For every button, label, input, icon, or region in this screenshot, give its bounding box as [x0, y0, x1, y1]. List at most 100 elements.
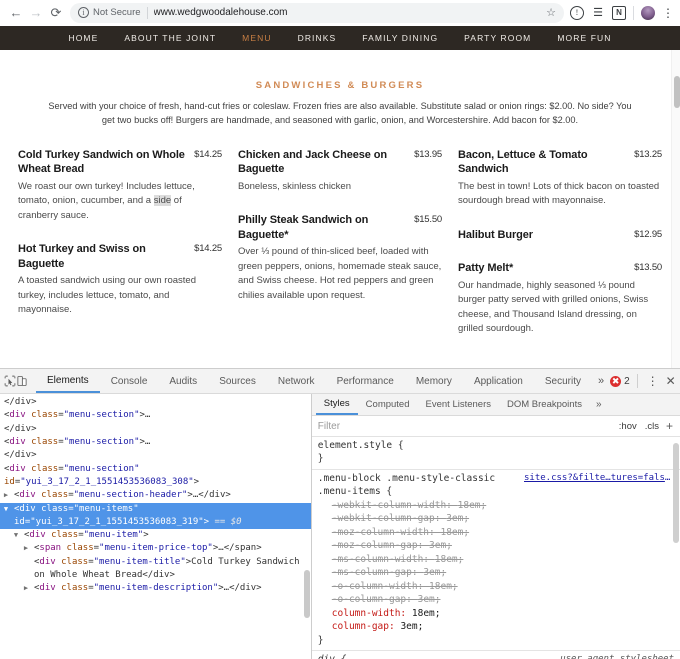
dom-node[interactable]: ▼ <div class="menu-item">: [0, 529, 311, 542]
css-property[interactable]: -webkit-column-gap:: [332, 513, 446, 524]
styles-tab-dom-breakpoints[interactable]: DOM Breakpoints: [499, 394, 590, 415]
css-value[interactable]: 18em;: [412, 608, 441, 619]
avatar[interactable]: [641, 5, 655, 20]
css-property[interactable]: -ms-column-width:: [332, 554, 435, 565]
devtools-tab-sources[interactable]: Sources: [208, 369, 267, 393]
new-style-rule-button[interactable]: +: [663, 419, 676, 433]
css-declaration[interactable]: column-width: 18em;: [318, 607, 674, 620]
css-declaration[interactable]: -o-column-gap: 3em;: [318, 593, 674, 606]
tabs-overflow-icon[interactable]: »: [592, 375, 610, 387]
nav-item-home[interactable]: HOME: [55, 33, 111, 43]
css-declaration[interactable]: -ms-column-width: 18em;: [318, 553, 674, 566]
not-secure-info-icon[interactable]: i: [78, 7, 89, 18]
devtools-tab-application[interactable]: Application: [463, 369, 534, 393]
dom-node[interactable]: </div>: [0, 396, 311, 409]
css-value[interactable]: 3em;: [400, 621, 423, 632]
devtools-tab-console[interactable]: Console: [100, 369, 159, 393]
devtools-tab-elements[interactable]: Elements: [36, 369, 100, 393]
notion-icon[interactable]: N: [612, 5, 626, 20]
css-property[interactable]: column-width:: [332, 608, 412, 619]
device-toolbar-icon[interactable]: [16, 371, 28, 392]
css-property[interactable]: -ms-column-gap:: [332, 567, 424, 578]
css-source-link[interactable]: site.css?&filte…tures=false:15: [524, 472, 674, 485]
css-value[interactable]: 3em;: [423, 567, 446, 578]
forward-arrow-icon[interactable]: →: [26, 3, 46, 23]
disclosure-triangle-icon[interactable]: ▶: [24, 543, 34, 553]
styles-scrollbar[interactable]: [672, 437, 680, 659]
css-rules-area[interactable]: element.style {} .menu-block .menu-style-…: [311, 437, 680, 659]
back-arrow-icon[interactable]: ←: [6, 3, 26, 23]
dom-tree[interactable]: </div>▶<div class="menu-section">… </div…: [0, 394, 311, 596]
css-declaration[interactable]: -ms-column-gap: 3em;: [318, 566, 674, 579]
css-value[interactable]: 3em;: [446, 513, 469, 524]
css-declaration[interactable]: -o-column-width: 18em;: [318, 580, 674, 593]
disclosure-triangle-icon[interactable]: [26, 557, 34, 567]
dom-node[interactable]: ▶<div class="menu-section">…: [0, 436, 311, 449]
css-selector[interactable]: element.style {: [318, 439, 674, 452]
nav-item-about-the-joint[interactable]: ABOUT THE JOINT: [111, 33, 229, 43]
dom-node[interactable]: <div class="menu-item-title">Cold Turkey…: [0, 556, 311, 583]
css-property[interactable]: column-gap:: [332, 621, 401, 632]
css-value[interactable]: 18em;: [435, 554, 464, 565]
styles-scrollbar-thumb[interactable]: [673, 443, 679, 543]
devtools-tab-security[interactable]: Security: [534, 369, 592, 393]
devtools-tab-memory[interactable]: Memory: [405, 369, 463, 393]
styles-tab-styles[interactable]: Styles: [315, 394, 358, 415]
css-rule[interactable]: element.style {}: [311, 437, 680, 470]
nav-item-party-room[interactable]: PARTY ROOM: [451, 33, 544, 43]
devtools-tab-network[interactable]: Network: [267, 369, 326, 393]
devtools-tab-performance[interactable]: Performance: [326, 369, 405, 393]
cls-button[interactable]: .cls: [641, 421, 663, 432]
address-bar[interactable]: i Not Secure www.wedgwoodalehouse.com ☆: [70, 2, 564, 23]
disclosure-triangle-icon[interactable]: ▼: [4, 504, 14, 514]
dom-node[interactable]: ▶ <div class="menu-section-header">…</div…: [0, 489, 311, 502]
css-property[interactable]: -moz-column-width:: [332, 527, 441, 538]
nav-item-family-dining[interactable]: FAMILY DINING: [349, 33, 451, 43]
disclosure-triangle-icon[interactable]: ▶: [4, 490, 14, 500]
css-value[interactable]: 3em;: [418, 594, 441, 605]
devtools-close-icon[interactable]: ✕: [663, 372, 679, 390]
nav-item-menu[interactable]: MENU: [229, 33, 284, 43]
inspect-cursor-icon[interactable]: [4, 371, 16, 392]
css-declaration[interactable]: -webkit-column-width: 18em;: [318, 499, 674, 512]
css-rule[interactable]: div {user agent stylesheetdisplay: block…: [312, 651, 680, 659]
url-text[interactable]: www.wedgwoodalehouse.com: [154, 7, 288, 18]
info-circle-icon[interactable]: !: [570, 5, 584, 20]
disclosure-triangle-icon[interactable]: ▼: [14, 530, 24, 540]
page-scrollbar-thumb[interactable]: [673, 76, 680, 108]
dom-node[interactable]: ▼<div class="menu-section" id="yui_3_17_…: [0, 463, 311, 490]
layers-icon[interactable]: ☰: [591, 6, 605, 20]
dom-scrollbar[interactable]: [303, 394, 311, 659]
css-property[interactable]: -o-column-gap:: [332, 594, 418, 605]
nav-item-more-fun[interactable]: MORE FUN: [544, 33, 624, 43]
css-property[interactable]: -o-column-width:: [332, 581, 429, 592]
css-declaration[interactable]: -moz-column-gap: 3em;: [318, 539, 674, 552]
dom-node[interactable]: ▶ <div class="menu-item-description">…</d…: [0, 582, 311, 595]
page-scrollbar[interactable]: [671, 50, 680, 392]
dom-node[interactable]: </div>: [0, 449, 311, 462]
dom-scrollbar-thumb[interactable]: [303, 570, 310, 618]
hov-button[interactable]: :hov: [615, 421, 641, 432]
css-value[interactable]: 18em;: [458, 500, 487, 511]
styles-tab-computed[interactable]: Computed: [358, 394, 418, 415]
styles-tab-event-listeners[interactable]: Event Listeners: [418, 394, 499, 415]
devtools-settings-icon[interactable]: ⋮: [645, 372, 661, 390]
dom-tree-pane[interactable]: </div>▶<div class="menu-section">… </div…: [0, 394, 312, 659]
css-declaration[interactable]: -webkit-column-gap: 3em;: [318, 512, 674, 525]
css-property[interactable]: -moz-column-gap:: [332, 540, 429, 551]
error-badge[interactable]: ✖ 2: [610, 375, 630, 387]
star-icon[interactable]: ☆: [540, 6, 556, 19]
css-declaration[interactable]: -moz-column-width: 18em;: [318, 526, 674, 539]
css-value[interactable]: 18em;: [429, 581, 458, 592]
styles-filter-input[interactable]: [317, 420, 615, 432]
dom-node-selected[interactable]: ▼ <div class="menu-items" id="yui_3_17_2_…: [0, 502, 311, 530]
styles-tabs-overflow-icon[interactable]: »: [590, 399, 608, 410]
disclosure-triangle-icon[interactable]: ▶: [24, 583, 34, 593]
css-property[interactable]: -webkit-column-width:: [332, 500, 458, 511]
nav-item-drinks[interactable]: DRINKS: [285, 33, 350, 43]
devtools-tab-audits[interactable]: Audits: [158, 369, 208, 393]
css-value[interactable]: 3em;: [429, 540, 452, 551]
dom-node[interactable]: ▶ <span class="menu-item-price-top">…</sp…: [0, 542, 311, 555]
dom-node[interactable]: ▶<div class="menu-section">…: [0, 409, 311, 422]
kebab-menu-icon[interactable]: ⋮: [662, 6, 674, 20]
